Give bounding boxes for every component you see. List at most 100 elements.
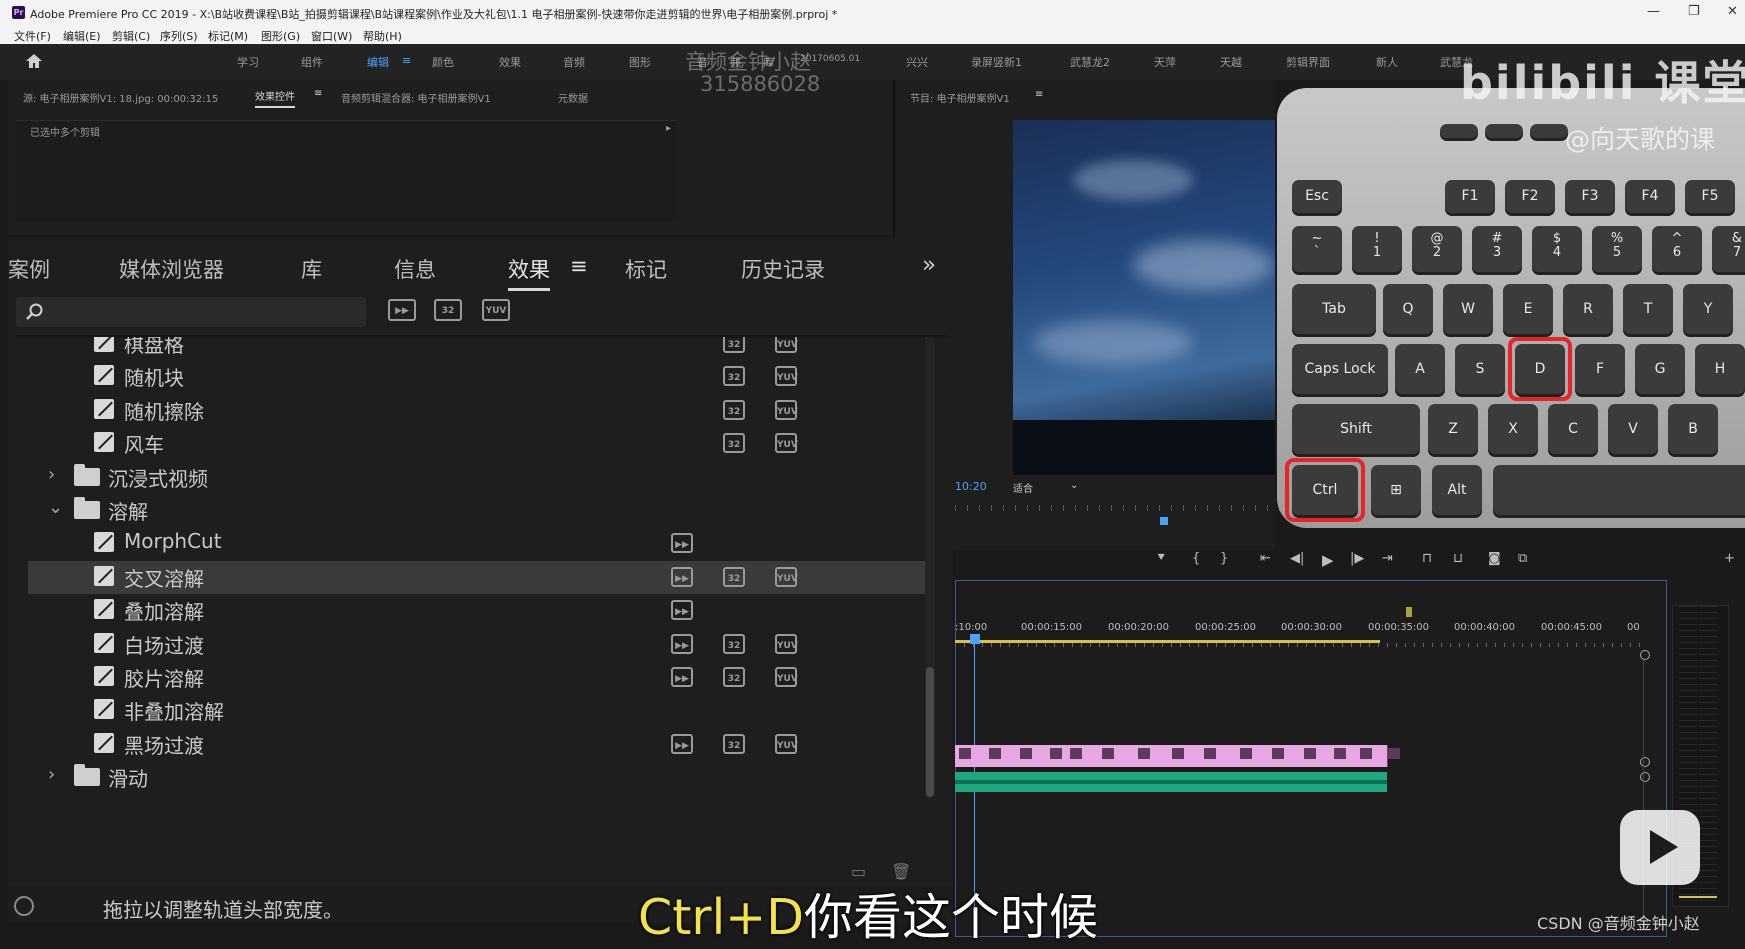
go-to-in-icon[interactable]: ⇤ bbox=[1260, 551, 1271, 566]
play-icon[interactable]: ▶ bbox=[1322, 551, 1334, 569]
video-clip[interactable] bbox=[1384, 745, 1388, 767]
video-clip[interactable] bbox=[1300, 745, 1331, 767]
go-to-out-icon[interactable]: ⇥ bbox=[1382, 551, 1393, 566]
workspace-color[interactable]: 颜色 bbox=[432, 54, 454, 70]
export-frame-icon[interactable]: ◙ bbox=[1488, 551, 1501, 566]
effect-item[interactable]: 非叠加溶解 bbox=[28, 694, 928, 727]
workspace-item[interactable]: 天越 bbox=[1220, 54, 1242, 70]
effects-folder[interactable]: ›滑动 bbox=[28, 761, 928, 794]
chevron-down-icon[interactable]: ⌄ bbox=[48, 497, 63, 518]
video-clip[interactable] bbox=[1330, 745, 1357, 767]
workspace-audio[interactable]: 音频 bbox=[563, 54, 585, 70]
workspace-editing-menu-icon[interactable]: ≡ bbox=[402, 54, 411, 67]
effects-scrollbar-track[interactable] bbox=[925, 337, 935, 797]
workspace-editing[interactable]: 编辑 bbox=[367, 54, 389, 70]
mark-out-icon[interactable]: } bbox=[1220, 551, 1228, 566]
workspace-item[interactable]: 录屏竖新1 bbox=[971, 54, 1022, 70]
step-back-icon[interactable]: ◀| bbox=[1290, 551, 1304, 566]
minimize-button[interactable]: — bbox=[1647, 4, 1660, 19]
effects-folder[interactable]: ›沉浸式视频 bbox=[28, 461, 928, 494]
effect-item[interactable]: 风车32YUV bbox=[28, 427, 928, 460]
effects-search-box[interactable] bbox=[16, 297, 366, 327]
sequence-marker[interactable] bbox=[1406, 607, 1412, 617]
32bit-filter-icon[interactable]: 32 bbox=[434, 299, 462, 321]
workspace-graphics[interactable]: 图形 bbox=[629, 54, 651, 70]
video-clip[interactable] bbox=[1268, 745, 1301, 767]
tab-markers[interactable]: 标记 bbox=[625, 254, 667, 284]
close-button[interactable]: ✕ bbox=[1727, 4, 1738, 19]
workspace-effects[interactable]: 效果 bbox=[499, 54, 521, 70]
tab-project[interactable]: 案例 bbox=[8, 254, 50, 284]
menu-graphics[interactable]: 图形(G) bbox=[261, 28, 300, 44]
fit-select[interactable]: 适合 bbox=[1013, 480, 1033, 495]
video-clip[interactable] bbox=[1200, 745, 1237, 767]
timeline-vertical-scrollbar[interactable] bbox=[1643, 660, 1644, 930]
chevron-right-icon[interactable]: › bbox=[48, 764, 55, 785]
program-playhead[interactable] bbox=[1160, 517, 1168, 525]
track-scroll-handle[interactable] bbox=[1640, 650, 1650, 660]
time-ruler[interactable] bbox=[955, 643, 1645, 647]
video-clip[interactable] bbox=[1236, 745, 1269, 767]
program-menu-icon[interactable]: ≡ bbox=[1035, 89, 1043, 100]
effect-item[interactable]: 随机擦除32YUV bbox=[28, 394, 928, 427]
workspace-item[interactable]: 剪辑界面 bbox=[1286, 54, 1330, 70]
home-icon[interactable] bbox=[25, 53, 43, 69]
video-clip[interactable] bbox=[1356, 745, 1385, 767]
program-timecode[interactable]: 10:20 bbox=[955, 480, 987, 493]
workspace-item[interactable]: 新人 bbox=[1376, 54, 1398, 70]
tab-library[interactable]: 库 bbox=[301, 254, 322, 284]
more-tabs-icon[interactable]: » bbox=[922, 252, 936, 278]
expand-arrow-icon[interactable]: ▸ bbox=[666, 123, 671, 134]
menu-file[interactable]: 文件(F) bbox=[14, 28, 51, 44]
restore-button[interactable]: ❐ bbox=[1688, 4, 1700, 19]
program-video-frame[interactable] bbox=[1013, 120, 1275, 475]
effects-folder[interactable]: ⌄溶解 bbox=[28, 494, 928, 527]
video-clip[interactable] bbox=[1168, 745, 1201, 767]
menu-edit[interactable]: 编辑(E) bbox=[63, 28, 101, 44]
panel-menu-icon[interactable]: ≡ bbox=[314, 88, 322, 99]
effect-item[interactable]: 棋盘格32YUV bbox=[28, 337, 928, 360]
video-clip[interactable] bbox=[955, 745, 986, 767]
tab-effects[interactable]: 效果 bbox=[508, 254, 550, 291]
tab-media-browser[interactable]: 媒体浏览器 bbox=[119, 254, 224, 284]
video-clip[interactable] bbox=[1016, 745, 1047, 767]
video-clip[interactable] bbox=[1134, 745, 1169, 767]
yuv-filter-icon[interactable]: YUV bbox=[482, 299, 510, 321]
source-tab[interactable]: 源: 电子相册案例V1: 18.jpg: 00:00:32:15 bbox=[23, 90, 218, 105]
effect-item[interactable]: 黑场过渡▶▶32YUV bbox=[28, 728, 928, 761]
workspace-item[interactable]: 武慧龙2 bbox=[1070, 54, 1110, 70]
menu-clip[interactable]: 剪辑(C) bbox=[112, 28, 150, 44]
timeline-playhead-head[interactable] bbox=[970, 634, 980, 644]
track-scroll-handle[interactable] bbox=[1640, 757, 1650, 767]
effect-item[interactable]: MorphCut▶▶ bbox=[28, 527, 928, 560]
menu-window[interactable]: 窗口(W) bbox=[311, 28, 352, 44]
add-button-icon[interactable]: + bbox=[1724, 551, 1735, 566]
chevron-right-icon[interactable]: › bbox=[48, 464, 55, 485]
menu-help[interactable]: 帮助(H) bbox=[363, 28, 402, 44]
effects-folder[interactable]: ›缩放 bbox=[28, 795, 928, 797]
compare-view-icon[interactable]: ⧉ bbox=[1518, 551, 1527, 566]
effects-tab-menu-icon[interactable]: ≡ bbox=[570, 254, 588, 278]
workspace-item[interactable]: 兴兴 bbox=[906, 54, 928, 70]
effect-controls-tab[interactable]: 效果控件 bbox=[255, 88, 295, 108]
effect-item[interactable]: 白场过渡▶▶32YUV bbox=[28, 628, 928, 661]
effect-item[interactable]: 随机块32YUV bbox=[28, 360, 928, 393]
menu-sequence[interactable]: 序列(S) bbox=[160, 28, 198, 44]
track-scroll-handle[interactable] bbox=[1640, 772, 1650, 782]
program-monitor-title[interactable]: 节目: 电子相册案例V1 bbox=[910, 90, 1010, 105]
tab-history[interactable]: 历史记录 bbox=[741, 254, 825, 284]
accelerated-effects-filter-icon[interactable]: ▶▶ bbox=[388, 299, 416, 321]
step-forward-icon[interactable]: |▶ bbox=[1350, 551, 1364, 566]
video-clip[interactable] bbox=[985, 745, 1017, 767]
metadata-tab[interactable]: 元数据 bbox=[558, 90, 588, 105]
menu-marker[interactable]: 标记(M) bbox=[208, 28, 248, 44]
lift-icon[interactable]: ⊓ bbox=[1422, 551, 1432, 566]
audio-clip[interactable] bbox=[955, 772, 1387, 792]
effect-item[interactable]: 胶片溶解▶▶32YUV bbox=[28, 661, 928, 694]
video-clip[interactable] bbox=[1066, 745, 1099, 767]
effects-search-input[interactable] bbox=[50, 301, 354, 323]
effect-item[interactable]: 叠加溶解▶▶ bbox=[28, 594, 928, 627]
effects-scrollbar-thumb[interactable] bbox=[926, 667, 934, 797]
add-marker-icon[interactable]: ⯆ bbox=[1156, 551, 1166, 566]
workspace-learn[interactable]: 学习 bbox=[237, 54, 259, 70]
